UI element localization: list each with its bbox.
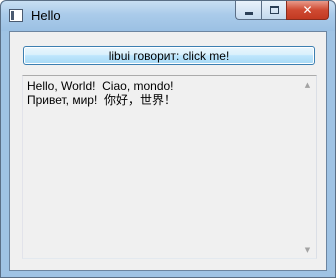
title-bar[interactable]: Hello ✕ bbox=[1, 1, 335, 31]
scroll-down-arrow-icon[interactable]: ▼ bbox=[299, 241, 316, 258]
caption-buttons: ✕ bbox=[235, 1, 329, 20]
click-me-button[interactable]: libui говорит: click me! bbox=[23, 46, 315, 65]
maximize-icon bbox=[269, 6, 279, 14]
text-line-1: Hello, World! Ciao, mondo! bbox=[27, 79, 174, 93]
window-client-area: libui говорит: click me! Hello, World! C… bbox=[9, 31, 327, 271]
text-line-2: Привет, мир! 你好，世界！ bbox=[27, 93, 176, 107]
maximize-button[interactable] bbox=[261, 1, 286, 20]
window-title: Hello bbox=[31, 8, 61, 23]
close-button[interactable]: ✕ bbox=[286, 1, 329, 20]
vertical-scrollbar[interactable]: ▲ ▼ bbox=[299, 76, 316, 258]
text-content: Hello, World! Ciao, mondo! Привет, мир! … bbox=[27, 79, 176, 107]
scroll-up-arrow-icon[interactable]: ▲ bbox=[299, 76, 316, 93]
close-icon: ✕ bbox=[302, 3, 313, 17]
minimize-button[interactable] bbox=[235, 1, 261, 20]
minimize-icon bbox=[244, 11, 253, 15]
app-window-icon[interactable] bbox=[9, 9, 23, 22]
multiline-text-entry[interactable]: Hello, World! Ciao, mondo! Привет, мир! … bbox=[22, 75, 317, 259]
app-window: Hello ✕ libui говорит: click me! Hello, … bbox=[0, 0, 336, 278]
